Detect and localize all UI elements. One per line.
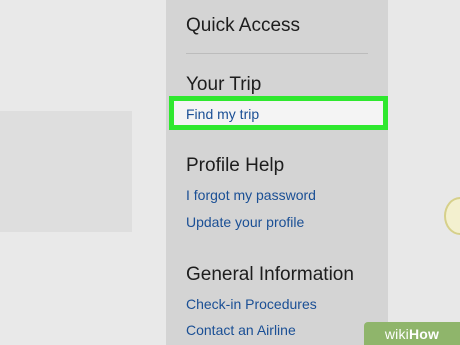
quick-access-heading: Quick Access bbox=[186, 15, 301, 36]
forgot-password-link[interactable]: I forgot my password bbox=[186, 187, 316, 203]
general-information-heading: General Information bbox=[186, 264, 354, 285]
profile-help-heading: Profile Help bbox=[186, 155, 285, 176]
watermark-how-text: How bbox=[408, 325, 440, 342]
your-trip-heading: Your Trip bbox=[186, 74, 262, 95]
highlighted-link-box: Find my trip bbox=[169, 96, 388, 130]
find-my-trip-link[interactable]: Find my trip bbox=[186, 106, 259, 122]
right-content-area bbox=[388, 0, 460, 345]
check-in-procedures-link[interactable]: Check-in Procedures bbox=[186, 296, 317, 312]
left-content-area bbox=[0, 0, 166, 345]
content-placeholder-block bbox=[0, 111, 132, 232]
watermark-wiki-text: wiki bbox=[384, 325, 409, 342]
update-profile-link[interactable]: Update your profile bbox=[186, 214, 304, 230]
panel-divider bbox=[186, 53, 368, 54]
contact-airline-link[interactable]: Contact an Airline bbox=[186, 322, 296, 338]
wikihow-watermark: wiki How bbox=[364, 322, 460, 345]
